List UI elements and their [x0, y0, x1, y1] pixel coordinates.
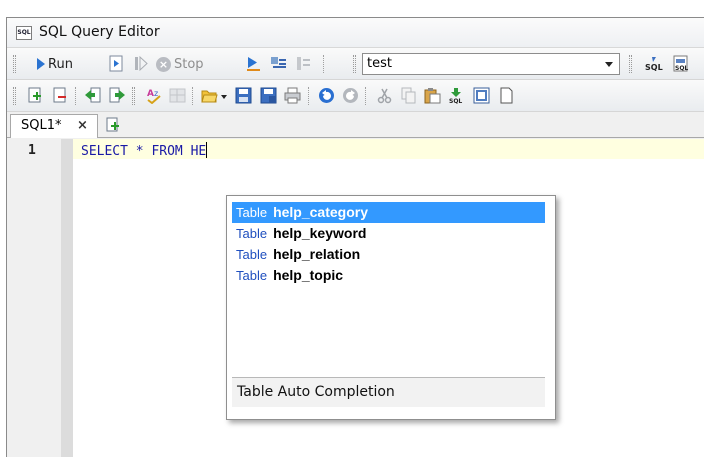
sql-app-icon: SQL [16, 26, 32, 40]
autocomplete-item[interactable]: Table help_topic [232, 265, 545, 286]
autocomplete-footer: Table Auto Completion [232, 377, 545, 407]
toolbar-grip[interactable] [629, 55, 632, 73]
form-view-icon[interactable] [473, 87, 490, 104]
step-run-icon[interactable] [133, 55, 150, 72]
grid-disabled-icon[interactable] [169, 87, 186, 104]
close-icon[interactable]: × [77, 115, 88, 137]
cut-icon[interactable] [376, 87, 393, 104]
run-button[interactable]: Run [37, 54, 73, 74]
fold-margin [61, 139, 73, 457]
explain-plan-icon[interactable] [270, 55, 287, 72]
chevron-down-icon [605, 62, 613, 67]
open-folder-icon[interactable] [201, 87, 218, 104]
undo-icon[interactable] [318, 87, 335, 104]
print-icon[interactable] [284, 87, 301, 104]
toolbar-grip[interactable] [132, 87, 135, 105]
svg-text:z: z [154, 89, 158, 98]
save-icon[interactable] [235, 87, 252, 104]
editor-tabbar: SQL1* × [7, 112, 704, 138]
new-document-icon[interactable] [498, 87, 515, 104]
toolbar-grip[interactable] [13, 55, 16, 73]
toolbar-grip[interactable] [13, 87, 16, 105]
export-icon[interactable] [109, 87, 126, 104]
stop-icon: × [156, 56, 171, 72]
explain-disabled-icon[interactable] [295, 55, 312, 72]
autocomplete-popup: Table help_category Table help_keyword Tab… [226, 195, 556, 420]
svg-text:SQL: SQL [675, 65, 688, 72]
code-line[interactable]: SELECT * FROM HE [81, 142, 208, 159]
new-tab-icon[interactable] [105, 117, 120, 132]
title-bar: SQL SQL Query Editor [7, 18, 704, 48]
spell-check-icon[interactable]: A z [146, 87, 163, 104]
autocomplete-list: Table help_category Table help_keyword Tab… [232, 202, 545, 286]
svg-text:A: A [147, 89, 154, 99]
svg-text:SQL: SQL [645, 63, 663, 72]
sql-history-icon[interactable]: SQL [672, 55, 689, 72]
delete-row-icon[interactable] [51, 87, 68, 104]
line-number-gutter: 1 [7, 139, 61, 457]
autocomplete-item[interactable]: Table help_relation [232, 244, 545, 265]
import-icon[interactable] [84, 87, 101, 104]
redo-icon[interactable] [342, 87, 359, 104]
tab-sql1[interactable]: SQL1* × [10, 114, 98, 138]
window-title: SQL Query Editor [39, 24, 160, 40]
run-current-icon[interactable] [108, 55, 125, 72]
autocomplete-item[interactable]: Table help_keyword [232, 223, 545, 244]
toolbar-grip[interactable] [353, 55, 356, 73]
stop-button[interactable]: × Stop [156, 54, 204, 74]
svg-text:SQL: SQL [449, 98, 462, 104]
sql-download-icon[interactable]: SQL [448, 87, 467, 104]
save-as-icon[interactable] [260, 87, 277, 104]
open-dropdown-icon[interactable] [221, 95, 227, 99]
copy-icon[interactable] [400, 87, 417, 104]
sql-format-icon[interactable]: SQL [644, 55, 664, 72]
autocomplete-item[interactable]: Table help_category [232, 202, 545, 223]
paste-icon[interactable] [424, 87, 441, 104]
text-caret [206, 142, 208, 158]
database-select[interactable]: test [362, 53, 620, 75]
execute-script-icon[interactable] [245, 55, 262, 72]
run-icon [37, 58, 45, 70]
line-number: 1 [28, 143, 36, 158]
edit-toolbar: A z SQL [7, 80, 704, 112]
add-row-icon[interactable] [26, 87, 43, 104]
query-toolbar: Run × Stop test SQL SQL [7, 48, 704, 80]
